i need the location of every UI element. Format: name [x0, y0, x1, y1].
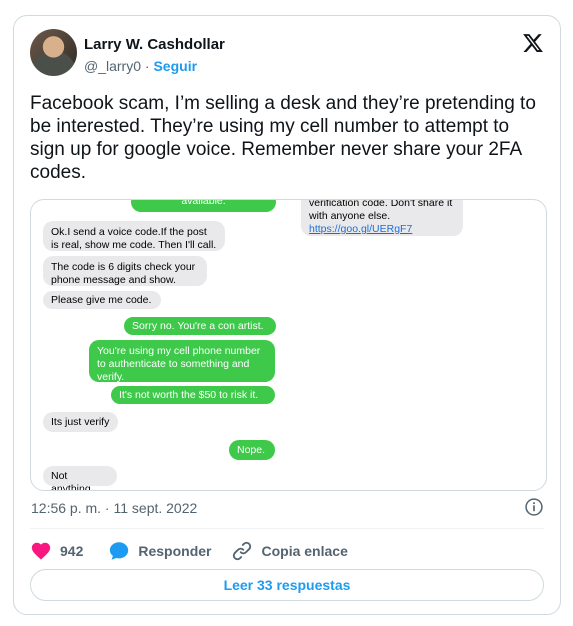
actions-bar: 942 Responder Copia enlace: [30, 538, 348, 564]
verification-text: verification code. Don't share it with a…: [309, 199, 453, 222]
reply-button[interactable]: Responder: [108, 540, 211, 562]
heart-icon: [31, 542, 51, 560]
reply-label: Responder: [138, 543, 212, 559]
avatar[interactable]: [30, 29, 77, 76]
tweet-text: Facebook scam, I’m selling a desk and th…: [30, 93, 536, 183]
divider: [30, 528, 544, 529]
tweet-media-screenshot[interactable]: available. verification code. Don't shar…: [30, 199, 547, 491]
separator-dot: ·: [144, 58, 150, 74]
like-button[interactable]: 942: [30, 540, 83, 562]
like-count: 942: [60, 543, 84, 559]
reply-bubble-icon: [110, 542, 129, 560]
x-logo-icon[interactable]: [522, 32, 544, 54]
message-bubble-outgoing: It's not worth the $50 to risk it.: [111, 386, 275, 404]
message-bubble-incoming: Ok.I send a voice code.If the post is re…: [43, 221, 225, 251]
author-name[interactable]: Larry W. Cashdollar: [84, 36, 225, 53]
message-bubble-incoming: Please give me code.: [43, 291, 161, 309]
follow-button[interactable]: Seguir: [153, 58, 197, 74]
copy-link-button[interactable]: Copia enlace: [231, 540, 348, 562]
tweet-timestamp[interactable]: 12:56 p. m. · 11 sept. 2022: [31, 500, 197, 516]
author-handle-row: @_larry0 · Seguir: [84, 58, 197, 74]
message-bubble-outgoing: Sorry no. You're a con artist.: [124, 317, 276, 335]
message-bubble-incoming-verification: verification code. Don't share it with a…: [301, 199, 463, 236]
message-bubble-outgoing: You're using my cell phone number to aut…: [89, 340, 275, 383]
message-bubble-incoming: Its just verify: [43, 412, 118, 432]
message-bubble-incoming: The code is 6 digits check your phone me…: [43, 256, 207, 286]
message-bubble-outgoing: Nope.: [229, 440, 275, 460]
message-bubble-outgoing-partial: available.: [131, 200, 276, 212]
copy-link-label: Copia enlace: [261, 543, 348, 559]
read-replies-button[interactable]: Leer 33 respuestas: [30, 569, 544, 601]
verification-link[interactable]: https://goo.gl/UERgF7: [309, 223, 412, 235]
link-icon: [233, 541, 252, 561]
author-handle[interactable]: @_larry0: [84, 58, 141, 74]
info-icon[interactable]: [524, 497, 544, 517]
message-bubble-incoming: Not anything: [43, 466, 117, 490]
tweet-card: Larry W. Cashdollar @_larry0 · Seguir Fa…: [13, 15, 561, 615]
